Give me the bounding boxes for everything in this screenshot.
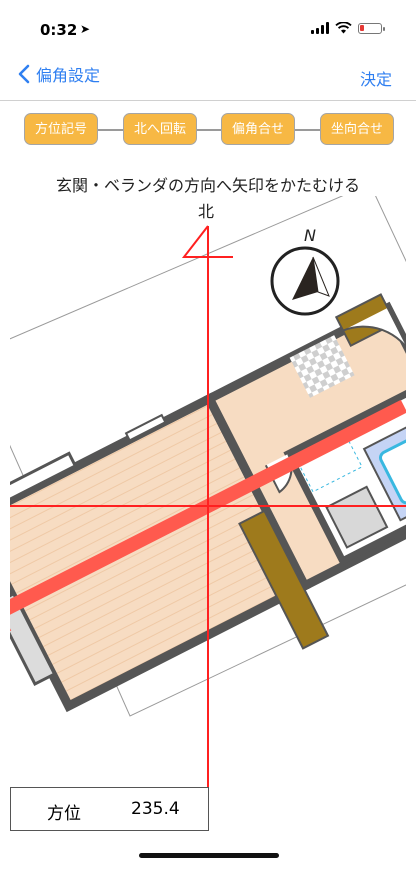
status-bar: 0:32 ➤ xyxy=(0,0,416,46)
back-label: 偏角設定 xyxy=(36,66,101,85)
step-declination-button[interactable]: 偏角合せ xyxy=(221,113,295,145)
location-arrow-icon: ➤ xyxy=(80,22,91,36)
compass-rose-icon xyxy=(270,246,340,316)
status-time: 0:32 xyxy=(40,21,78,39)
status-icons xyxy=(311,22,385,34)
back-button[interactable]: 偏角設定 xyxy=(18,62,100,86)
instruction-text: 玄関・ベランダの方向へ矢印をかたむける xyxy=(55,176,360,195)
compass-n-label: N xyxy=(304,226,316,245)
floorplan-canvas[interactable]: 北 N xyxy=(10,196,406,801)
home-indicator[interactable] xyxy=(139,853,279,858)
done-button[interactable]: 決定 xyxy=(360,66,392,90)
step-compass-symbol-button[interactable]: 方位記号 xyxy=(24,113,98,145)
chevron-left-icon xyxy=(18,64,30,84)
step-bar: 方位記号 北へ回転 偏角合せ 坐向合せ xyxy=(24,111,396,147)
azimuth-value: 235.4 xyxy=(131,799,180,819)
navigation-bar: 偏角設定 決定 xyxy=(0,46,416,101)
azimuth-readout: 方位 235.4 xyxy=(10,787,209,831)
floorplan-drawing xyxy=(10,196,406,791)
step-orientation-button[interactable]: 坐向合せ xyxy=(320,113,394,145)
battery-icon xyxy=(358,22,385,34)
azimuth-label: 方位 xyxy=(47,804,81,824)
signal-icon xyxy=(311,22,329,34)
north-label: 北 xyxy=(198,202,215,221)
wifi-icon xyxy=(335,22,352,34)
step-rotate-north-button[interactable]: 北へ回転 xyxy=(123,113,197,145)
